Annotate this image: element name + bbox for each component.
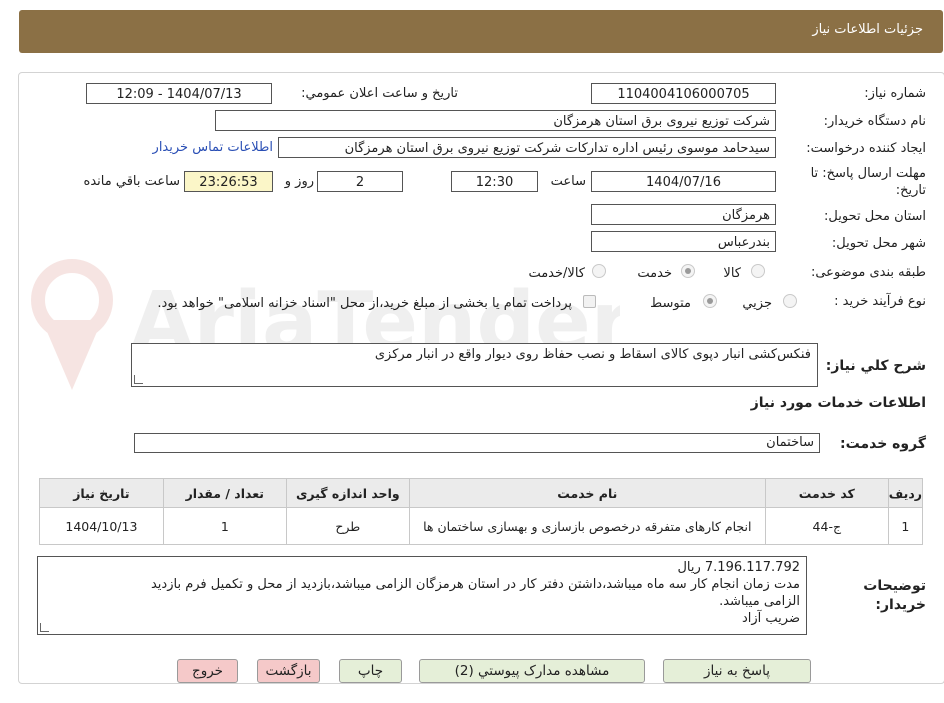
services-section-title: اطلاعات خدمات مورد نياز — [750, 395, 926, 411]
treasury-payment-checkbox[interactable] — [583, 295, 596, 308]
category-option-goods: کالا — [723, 266, 741, 281]
cell-service-code: ج-44 — [764, 507, 889, 545]
province-field: هرمزگان — [591, 204, 776, 225]
cell-need-date: 1404/10/13 — [39, 507, 164, 545]
creator-label: ايجاد کننده درخواست: — [806, 141, 926, 156]
announce-date-label: تاریخ و ساعت اعلان عمومي: — [301, 86, 458, 101]
col-service-code: کد خدمت — [764, 478, 889, 508]
cell-unit: طرح — [285, 507, 410, 545]
buyer-notes-label-2: خريدار: — [875, 597, 926, 613]
service-group-label: گروه خدمت: — [840, 436, 926, 452]
category-radio-goods-service[interactable] — [592, 264, 606, 278]
col-row-number: رديف — [887, 478, 924, 508]
reply-button[interactable]: پاسخ به نياز — [663, 659, 811, 683]
process-option-medium: متوسط — [650, 296, 691, 311]
description-label: شرح كلي نياز: — [825, 358, 926, 374]
service-group-field: ساختمان — [134, 433, 820, 453]
process-radio-minor[interactable] — [783, 294, 797, 308]
view-attachments-button[interactable]: مشاهده مدارک پيوستي (2) — [419, 659, 645, 683]
process-type-label: نوع فرآیند خرید : — [834, 294, 926, 309]
buyer-org-label: نام دستگاه خريدار: — [823, 114, 926, 129]
need-number-label: شماره نیاز: — [864, 86, 926, 101]
table-header-row: رديف کد خدمت نام خدمت واحد اندازه گيری ت… — [39, 478, 924, 508]
description-textarea: فنکس‌کشی انبار دپوی کالای اسقاط و نصب حف… — [131, 343, 818, 387]
col-quantity: تعداد / مقدار — [162, 478, 287, 508]
buyer-notes-line: 7.196.117.792 ریال — [677, 560, 800, 575]
announce-date-field: 1404/07/13 - 12:09 — [86, 83, 272, 104]
days-remaining-field: 2 — [317, 171, 403, 192]
cell-service-name: انجام کارهای متفرقه درخصوص بازسازی و بهس… — [408, 507, 766, 545]
col-service-name: نام خدمت — [408, 478, 766, 508]
city-field: بندرعباس — [591, 231, 776, 252]
category-radio-goods[interactable] — [751, 264, 765, 278]
category-option-service: خدمت — [637, 266, 672, 281]
buyer-notes-textarea: 7.196.117.792 ریال مدت زمان انجام کار سه… — [37, 556, 807, 635]
cell-row-number: 1 — [887, 507, 924, 545]
buyer-notes-line: الزامی میباشد. — [719, 594, 800, 609]
category-radio-service[interactable] — [681, 264, 695, 278]
creator-field: سیدحامد موسوی رئیس اداره تدارکات شرکت تو… — [278, 137, 776, 158]
buyer-notes-label: توضيحات — [863, 578, 926, 594]
buyer-notes-line: ضریب آزاد — [741, 611, 800, 626]
resize-grip-icon — [134, 375, 143, 384]
back-button[interactable]: بازگشت — [257, 659, 320, 683]
city-label: شهر محل تحویل: — [831, 236, 926, 251]
table-row: 1 ج-44 انجام کارهای متفرقه درخصوص بازساز… — [39, 507, 924, 545]
treasury-payment-note: پرداخت تمام یا بخشی از مبلغ خرید،از محل … — [157, 296, 572, 311]
col-need-date: تاريخ نياز — [39, 478, 164, 508]
days-label: روز و — [284, 174, 314, 189]
province-label: استان محل تحویل: — [824, 209, 926, 224]
deadline-date-field: 1404/07/16 — [591, 171, 776, 192]
process-option-minor: جزيي — [742, 296, 772, 311]
buyer-notes-line: مدت زمان انجام کار سه ماه میباشد،داشتن د… — [150, 577, 800, 592]
buyer-contact-link[interactable]: اطلاعات تماس خريدار — [153, 140, 273, 155]
deadline-label-date: تاریخ: — [895, 183, 926, 198]
exit-button[interactable]: خروج — [177, 659, 238, 683]
buyer-org-field: شرکت توزیع نیروی برق استان هرمزگان — [215, 110, 776, 131]
services-table: رديف کد خدمت نام خدمت واحد اندازه گيری ت… — [39, 478, 924, 545]
resize-grip-icon — [40, 623, 49, 632]
col-unit: واحد اندازه گيری — [285, 478, 410, 508]
deadline-label: مهلت ارسال پاسخ: تا — [810, 166, 926, 181]
process-radio-medium[interactable] — [703, 294, 717, 308]
page-header: جزئیات اطلاعات نیاز — [19, 10, 943, 53]
deadline-time-field: 12:30 — [451, 171, 538, 192]
page-title: جزئیات اطلاعات نیاز — [812, 22, 923, 37]
category-label: طبقه بندی موضوعی: — [810, 265, 926, 280]
need-number-field: 1104004106000705 — [591, 83, 776, 104]
description-text: فنکس‌کشی انبار دپوی کالای اسقاط و نصب حف… — [374, 347, 811, 362]
print-button[interactable]: چاپ — [339, 659, 402, 683]
category-option-goods-service: کالا/خدمت — [528, 266, 585, 281]
deadline-time-label: ساعت — [550, 174, 586, 189]
remaining-time-label: ساعت باقي مانده — [83, 174, 180, 189]
remaining-time-field: 23:26:53 — [184, 171, 273, 192]
cell-quantity: 1 — [162, 507, 287, 545]
